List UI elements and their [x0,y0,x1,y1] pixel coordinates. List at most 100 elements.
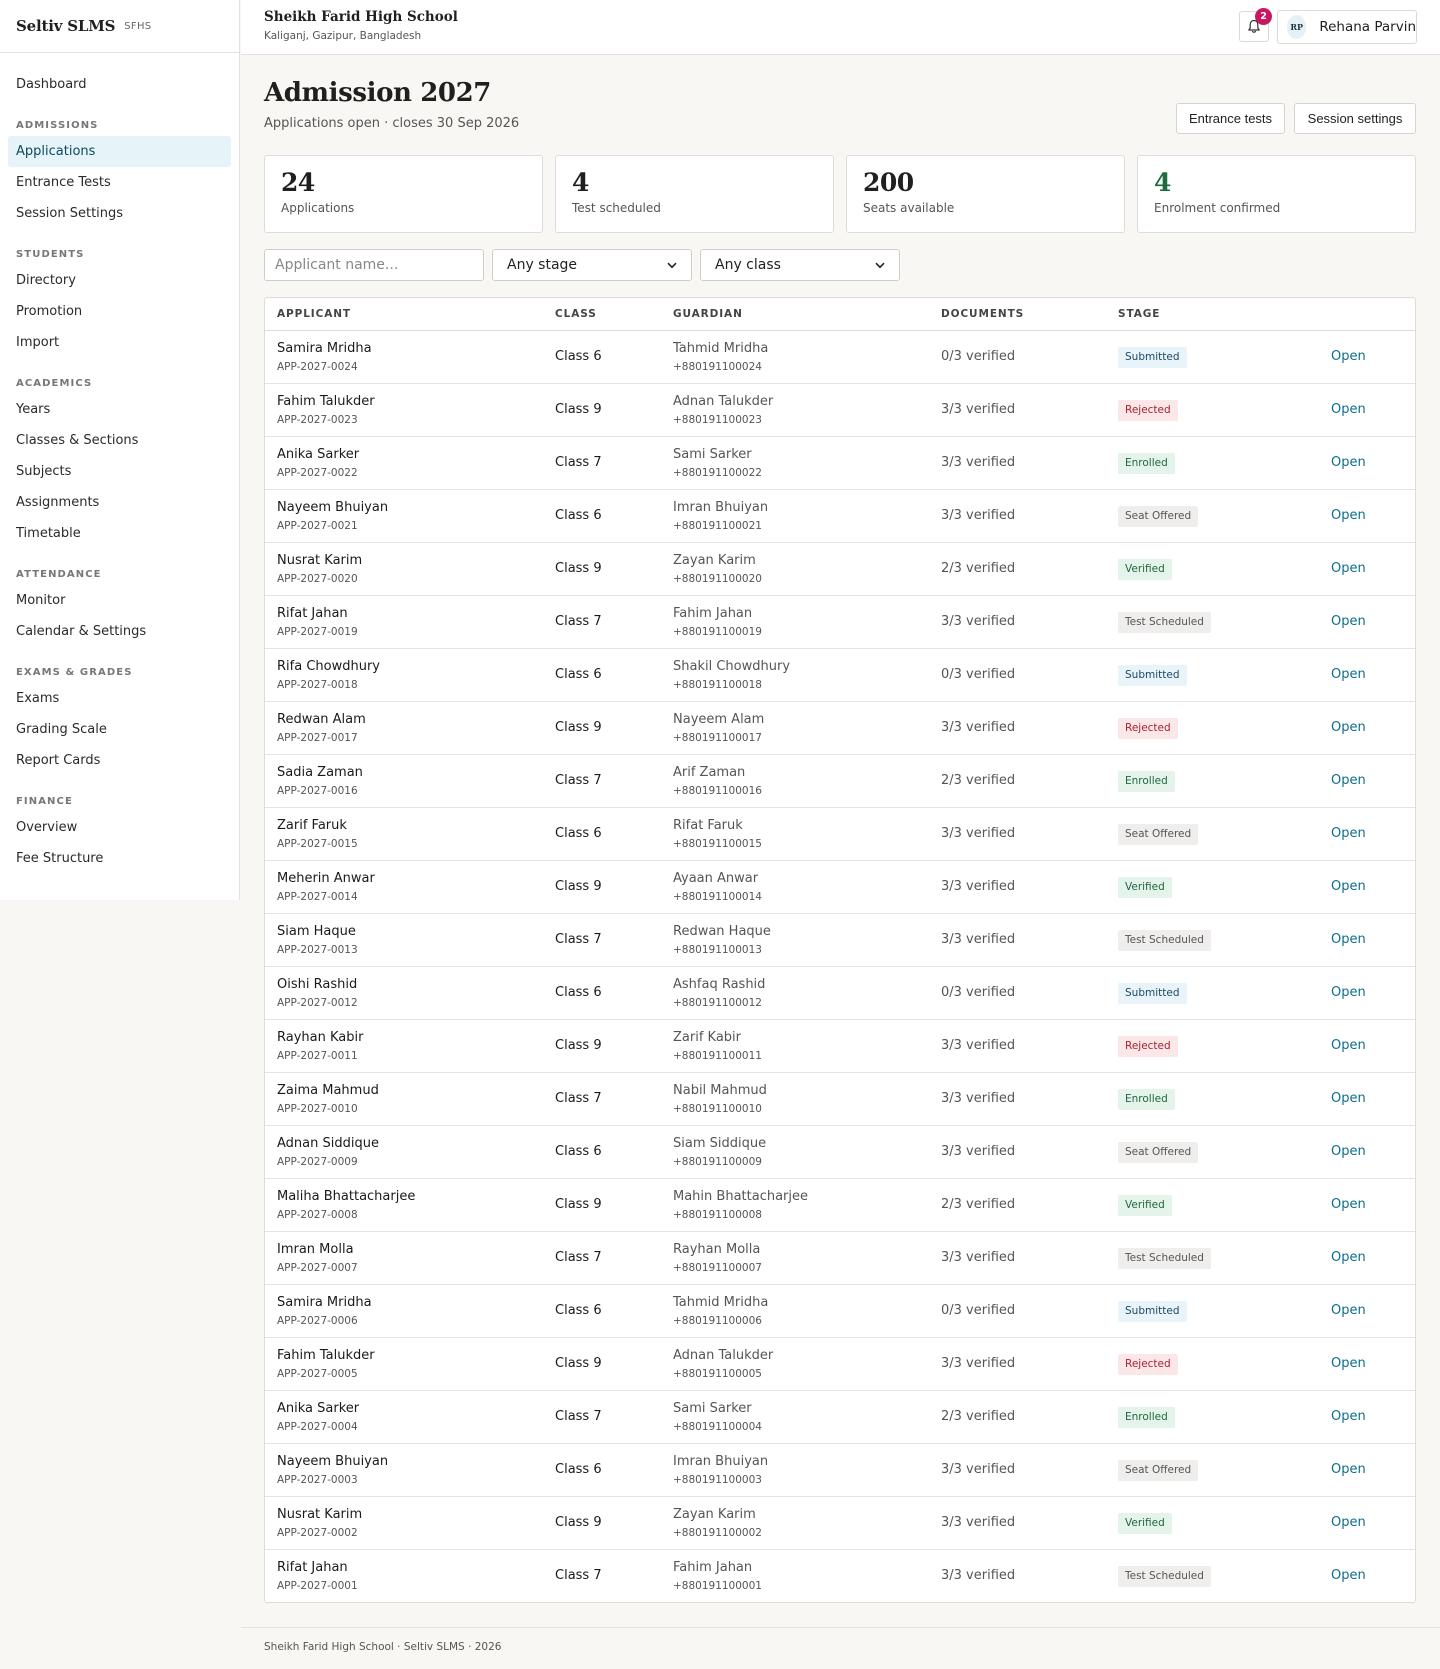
table-row[interactable]: Nayeem Bhuiyan APP-2027-0003 Class 6 Imran … [265,1444,1415,1497]
open-application-link[interactable]: Open [1331,1356,1366,1371]
table-row[interactable]: Rifat Jahan APP-2027-0001 Class 7 Fahim Jah… [265,1550,1415,1603]
table-row[interactable]: Samira Mridha APP-2027-0024 Class 6 Tahmid … [265,331,1415,384]
user-menu-button[interactable]: RP Rehana Parvin [1277,10,1417,44]
sidebar-item-exams[interactable]: Exams [8,683,231,714]
table-row[interactable]: Sadia Zaman APP-2027-0016 Class 7 Arif Zama… [265,755,1415,808]
sidebar-item-report-cards[interactable]: Report Cards [8,745,231,776]
table-row[interactable]: Adnan Siddique APP-2027-0009 Class 6 Siam S… [265,1126,1415,1179]
open-application-link[interactable]: Open [1331,1038,1366,1053]
sidebar-item-directory[interactable]: Directory [8,265,231,296]
guardian-name: Nayeem Alam [673,712,765,727]
application-id: APP-2027-0004 [277,1421,358,1433]
open-application-link[interactable]: Open [1331,349,1366,364]
table-row[interactable]: Nusrat Karim APP-2027-0002 Class 9 Zayan Ka… [265,1497,1415,1550]
applicant-class: Class 9 [555,561,602,576]
open-application-link[interactable]: Open [1331,1144,1366,1159]
column-header-guardian[interactable]: GUARDIAN [673,298,743,331]
sidebar-item-monitor[interactable]: Monitor [8,585,231,616]
application-id: APP-2027-0022 [277,467,358,479]
sidebar-item-entrance-tests[interactable]: Entrance Tests [8,167,231,198]
open-application-link[interactable]: Open [1331,508,1366,523]
sidebar-item-overview[interactable]: Overview [8,812,231,843]
column-header-documents[interactable]: DOCUMENTS [941,298,1024,331]
applicant-class: Class 9 [555,1038,602,1053]
table-row[interactable]: Nayeem Bhuiyan APP-2027-0021 Class 6 Imran … [265,490,1415,543]
sidebar-item-promotion[interactable]: Promotion [8,296,231,327]
open-application-link[interactable]: Open [1331,1568,1366,1583]
guardian-name: Siam Siddique [673,1136,767,1151]
sidebar-item-fee-structure[interactable]: Fee Structure [8,843,231,874]
table-row[interactable]: Samira Mridha APP-2027-0006 Class 6 Tahmid … [265,1285,1415,1338]
sidebar-item-timetable[interactable]: Timetable [8,518,231,549]
table-row[interactable]: Rifat Jahan APP-2027-0019 Class 7 Fahim Jah… [265,596,1415,649]
guardian-name: Mahin Bhattacharjee [673,1189,808,1204]
application-id: APP-2027-0015 [277,838,358,850]
documents-status: 3/3 verified [941,1568,1016,1583]
column-header-applicant[interactable]: APPLICANT [277,298,351,331]
open-application-link[interactable]: Open [1331,1091,1366,1106]
open-application-link[interactable]: Open [1331,879,1366,894]
session-settings-button[interactable]: Session settings [1294,103,1416,134]
open-application-link[interactable]: Open [1331,1197,1366,1212]
table-row[interactable]: Fahim Talukder APP-2027-0023 Class 9 Adnan … [265,384,1415,437]
entrance-tests-button[interactable]: Entrance tests [1176,103,1285,134]
open-application-link[interactable]: Open [1331,826,1366,841]
open-application-link[interactable]: Open [1331,455,1366,470]
stage-filter-select[interactable]: Any stage [492,249,692,281]
applicant-name: Nayeem Bhuiyan [277,1454,389,1469]
sidebar-item-calendar-and-settings[interactable]: Calendar & Settings [8,616,231,647]
stat-value: 24 [281,168,315,197]
table-row[interactable]: Meherin Anwar APP-2027-0014 Class 9 Ayaan A… [265,861,1415,914]
table-row[interactable]: Zaima Mahmud APP-2027-0010 Class 7 Nabil Ma… [265,1073,1415,1126]
open-application-link[interactable]: Open [1331,561,1366,576]
guardian-phone: +880191100023 [673,414,762,426]
applicant-name: Redwan Alam [277,712,366,727]
table-row[interactable]: Rayhan Kabir APP-2027-0011 Class 9 Zarif Ka… [265,1020,1415,1073]
table-row[interactable]: Zarif Faruk APP-2027-0015 Class 6 Rifat Far… [265,808,1415,861]
table-row[interactable]: Fahim Talukder APP-2027-0005 Class 9 Adnan … [265,1338,1415,1391]
sidebar-item-grading-scale[interactable]: Grading Scale [8,714,231,745]
guardian-phone: +880191100024 [673,361,762,373]
open-application-link[interactable]: Open [1331,1409,1366,1424]
brand[interactable]: Seltiv SLMS SFHS [0,0,239,53]
open-application-link[interactable]: Open [1331,773,1366,788]
open-application-link[interactable]: Open [1331,667,1366,682]
stat-card-test-scheduled: 4 Test scheduled [555,155,834,233]
sidebar-item-session-settings[interactable]: Session Settings [8,198,231,229]
open-application-link[interactable]: Open [1331,402,1366,417]
sidebar-item-dashboard[interactable]: Dashboard [8,69,231,100]
table-row[interactable]: Anika Sarker APP-2027-0022 Class 7 Sami Sar… [265,437,1415,490]
table-row[interactable]: Rifa Chowdhury APP-2027-0018 Class 6 Shakil… [265,649,1415,702]
sidebar-item-subjects[interactable]: Subjects [8,456,231,487]
guardian-name: Redwan Haque [673,924,771,939]
class-filter-select[interactable]: Any class [700,249,900,281]
open-application-link[interactable]: Open [1331,985,1366,1000]
table-row[interactable]: Siam Haque APP-2027-0013 Class 7 Redwan Haq… [265,914,1415,967]
table-row[interactable]: Oishi Rashid APP-2027-0012 Class 6 Ashfaq R… [265,967,1415,1020]
applicant-search-input[interactable] [264,249,484,281]
sidebar-item-applications[interactable]: Applications [8,136,231,167]
open-application-link[interactable]: Open [1331,1250,1366,1265]
documents-status: 3/3 verified [941,879,1016,894]
guardian-name: Rayhan Molla [673,1242,761,1257]
open-application-link[interactable]: Open [1331,1462,1366,1477]
applicant-class: Class 6 [555,667,602,682]
open-application-link[interactable]: Open [1331,614,1366,629]
table-row[interactable]: Nusrat Karim APP-2027-0020 Class 9 Zayan Ka… [265,543,1415,596]
guardian-name: Fahim Jahan [673,1560,753,1575]
applicant-class: Class 7 [555,614,602,629]
open-application-link[interactable]: Open [1331,720,1366,735]
table-row[interactable]: Maliha Bhattacharjee APP-2027-0008 Class 9… [265,1179,1415,1232]
table-row[interactable]: Imran Molla APP-2027-0007 Class 7 Rayhan Mo… [265,1232,1415,1285]
open-application-link[interactable]: Open [1331,1515,1366,1530]
open-application-link[interactable]: Open [1331,1303,1366,1318]
sidebar-item-import[interactable]: Import [8,327,231,358]
column-header-class[interactable]: CLASS [555,298,597,331]
sidebar-item-years[interactable]: Years [8,394,231,425]
column-header-stage[interactable]: STAGE [1118,298,1160,331]
table-row[interactable]: Redwan Alam APP-2027-0017 Class 9 Nayeem Al… [265,702,1415,755]
sidebar-item-classes-and-sections[interactable]: Classes & Sections [8,425,231,456]
table-row[interactable]: Anika Sarker APP-2027-0004 Class 7 Sami Sar… [265,1391,1415,1444]
sidebar-item-assignments[interactable]: Assignments [8,487,231,518]
open-application-link[interactable]: Open [1331,932,1366,947]
